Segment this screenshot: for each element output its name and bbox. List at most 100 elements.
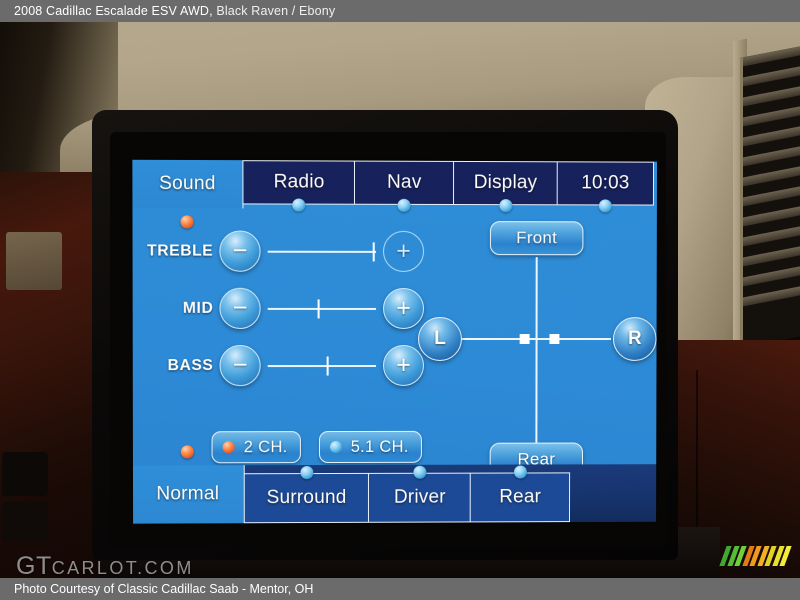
watermark-prefix: GT	[16, 552, 52, 578]
plus-icon: +	[396, 236, 411, 265]
bottom-tab-rear-indicator-dot	[513, 465, 527, 479]
bottom-tab-normal[interactable]: Normal	[132, 445, 246, 524]
tab-clock[interactable]: 10:03	[556, 161, 655, 213]
mid-slider-track[interactable]	[266, 288, 378, 329]
vent-slat	[743, 145, 800, 167]
vent-slat	[743, 65, 800, 87]
vent-slat	[743, 225, 800, 247]
tab-sound-label: Sound	[159, 172, 216, 195]
tab-nav[interactable]: Nav	[354, 160, 455, 212]
treble-slider-marker[interactable]	[372, 241, 375, 261]
bottom-tab-surround-indicator-dot	[300, 466, 314, 480]
channel-selector-group: 2 CH. 5.1 CH.	[211, 430, 422, 464]
bass-label: BASS	[167, 356, 214, 374]
balance-right-label: R	[627, 328, 642, 349]
fader-front-label: Front	[516, 228, 558, 248]
top-tab-bar: Sound Radio Nav Display 10:03	[132, 159, 657, 229]
bottom-tab-driver-indicator-dot	[413, 465, 427, 479]
treble-track-line	[267, 250, 377, 253]
console-button-upper[interactable]	[2, 452, 48, 496]
vent-slat	[743, 265, 800, 287]
mid-track-line	[267, 307, 377, 310]
vent-slat	[743, 105, 800, 127]
vent-slat	[743, 85, 800, 107]
mid-increase-button[interactable]: +	[383, 287, 425, 330]
channel-51ch-label: 5.1 CH.	[350, 437, 409, 456]
treble-decrease-button[interactable]: −	[219, 230, 261, 272]
site-watermark: GTCARLOT.COM	[16, 552, 194, 578]
vent-slat	[743, 205, 800, 227]
console-button-lower[interactable]	[2, 502, 48, 542]
balance-left-button[interactable]: L	[417, 317, 462, 361]
treble-increase-button[interactable]: +	[383, 230, 425, 273]
tab-radio-label: Radio	[273, 171, 325, 193]
top-caption-bar: 2008 Cadillac Escalade ESV AWD, Black Ra…	[0, 0, 800, 22]
bottom-tab-rear[interactable]: Rear	[469, 465, 571, 523]
bass-slider-track[interactable]	[266, 345, 378, 386]
tab-sound[interactable]: Sound	[132, 159, 244, 229]
balance-marker-left	[519, 334, 530, 344]
equalizer-panel: TREBLE − + MID − + BASS − +	[132, 222, 425, 394]
equalizer-row-treble: TREBLE − +	[132, 222, 425, 280]
tab-display-indicator-dot	[499, 199, 513, 213]
balance-left-label: L	[434, 328, 446, 349]
plus-icon: +	[396, 293, 411, 323]
channel-51ch-button[interactable]: 5.1 CH.	[318, 430, 422, 464]
bottom-tab-surround[interactable]: Surround	[243, 466, 370, 524]
bottom-tab-normal-indicator-dot	[181, 445, 195, 459]
watermark-suffix: CARLOT.COM	[51, 558, 194, 578]
channel-51ch-led-icon	[329, 441, 342, 454]
tab-nav-indicator-dot	[397, 198, 411, 212]
mid-decrease-button[interactable]: −	[219, 287, 261, 329]
bottom-tab-rear-label: Rear	[499, 486, 542, 508]
bass-decrease-button[interactable]: −	[219, 345, 261, 387]
vent-slat	[743, 185, 800, 207]
treble-label: TREBLE	[147, 241, 214, 260]
tab-display[interactable]: Display	[452, 160, 559, 213]
balance-right-button[interactable]: R	[612, 317, 657, 361]
left-panel-highlight	[6, 232, 62, 290]
equalizer-row-mid: MID − +	[133, 280, 425, 337]
vent-slat	[743, 245, 800, 267]
equalizer-row-bass: BASS − +	[133, 337, 424, 394]
channel-2ch-button[interactable]: 2 CH.	[211, 431, 301, 464]
tab-clock-indicator-dot	[598, 199, 612, 213]
bass-slider-marker[interactable]	[326, 356, 329, 376]
tab-radio-indicator-dot	[292, 198, 306, 212]
channel-2ch-led-icon	[222, 441, 235, 454]
fader-vertical-axis	[535, 257, 538, 443]
infotainment-screen[interactable]: Sound Radio Nav Display 10:03 TREBLE − +…	[132, 159, 658, 524]
clock-label: 10:03	[581, 172, 630, 194]
treble-slider-track[interactable]	[266, 231, 378, 272]
bottom-tab-bar: Normal Surround Driver Rear	[132, 445, 656, 524]
minus-icon: −	[232, 236, 248, 265]
plus-icon: +	[396, 350, 411, 379]
bass-track-line	[267, 364, 376, 367]
minus-icon: −	[232, 351, 248, 380]
fader-balance-control[interactable]: Front L R Rear	[417, 221, 657, 489]
vehicle-caption: 2008 Cadillac Escalade ESV AWD, Black Ra…	[0, 4, 335, 18]
tab-nav-label: Nav	[387, 171, 422, 193]
photo-credit: Photo Courtesy of Classic Cadillac Saab …	[14, 582, 314, 596]
vent-slat	[743, 285, 800, 307]
vent-slat	[743, 165, 800, 187]
air-vent	[740, 45, 800, 349]
vent-slat	[743, 125, 800, 147]
bass-increase-button[interactable]: +	[382, 344, 424, 386]
vehicle-title: 2008 Cadillac Escalade ESV AWD,	[14, 4, 213, 18]
bottom-tab-surround-label: Surround	[266, 486, 347, 509]
balance-marker-right	[549, 334, 560, 344]
minus-icon: −	[232, 293, 248, 322]
balance-horizontal-axis	[461, 338, 611, 341]
bottom-tab-driver[interactable]: Driver	[367, 465, 472, 523]
bottom-caption-bar: Photo Courtesy of Classic Cadillac Saab …	[0, 578, 800, 600]
mid-label: MID	[182, 299, 214, 317]
photo-area: Sound Radio Nav Display 10:03 TREBLE − +…	[0, 22, 800, 578]
bottom-tab-normal-label: Normal	[156, 483, 220, 505]
tab-display-label: Display	[473, 172, 538, 194]
fader-front-button[interactable]: Front	[489, 221, 584, 256]
channel-2ch-label: 2 CH.	[243, 437, 288, 456]
tab-radio[interactable]: Radio	[242, 160, 356, 212]
mid-slider-marker[interactable]	[317, 298, 320, 318]
vehicle-colors: Black Raven / Ebony	[216, 4, 336, 18]
